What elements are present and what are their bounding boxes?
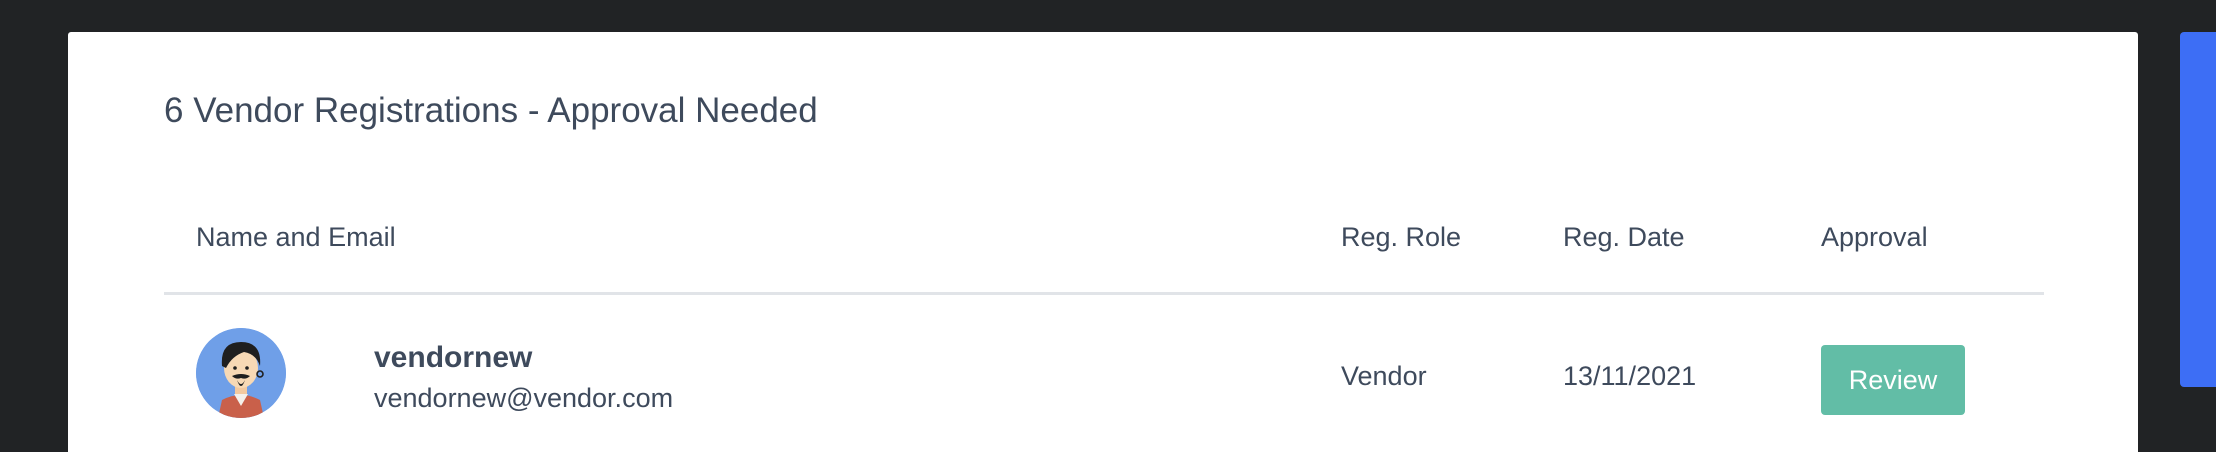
registration-date: 13/11/2021 — [1563, 361, 1697, 391]
avatar-person-icon — [196, 328, 286, 418]
table-header: Name and Email Reg. Role Reg. Date Appro… — [164, 192, 2044, 295]
card-title: 6 Vendor Registrations - Approval Needed — [164, 91, 818, 130]
vendor-registrations-table: Name and Email Reg. Role Reg. Date Appro… — [164, 192, 2044, 452]
column-header-role: Reg. Role — [1341, 222, 1462, 252]
table-row: vendornew vendornew@vendor.com Vendor 13… — [164, 295, 2044, 452]
vendor-name: vendornew — [374, 341, 533, 374]
vendor-role: Vendor — [1341, 361, 1427, 391]
approval-card: 6 Vendor Registrations - Approval Needed… — [68, 32, 2138, 452]
page: 6 Vendor Registrations - Approval Needed… — [0, 0, 2216, 452]
column-header-date: Reg. Date — [1563, 222, 1685, 252]
column-header-approval: Approval — [1821, 222, 1928, 252]
side-panel-tab[interactable] — [2180, 32, 2216, 387]
vendor-email: vendornew@vendor.com — [374, 383, 674, 413]
column-header-name-email: Name and Email — [196, 222, 396, 252]
review-button[interactable]: Review — [1821, 345, 1965, 415]
